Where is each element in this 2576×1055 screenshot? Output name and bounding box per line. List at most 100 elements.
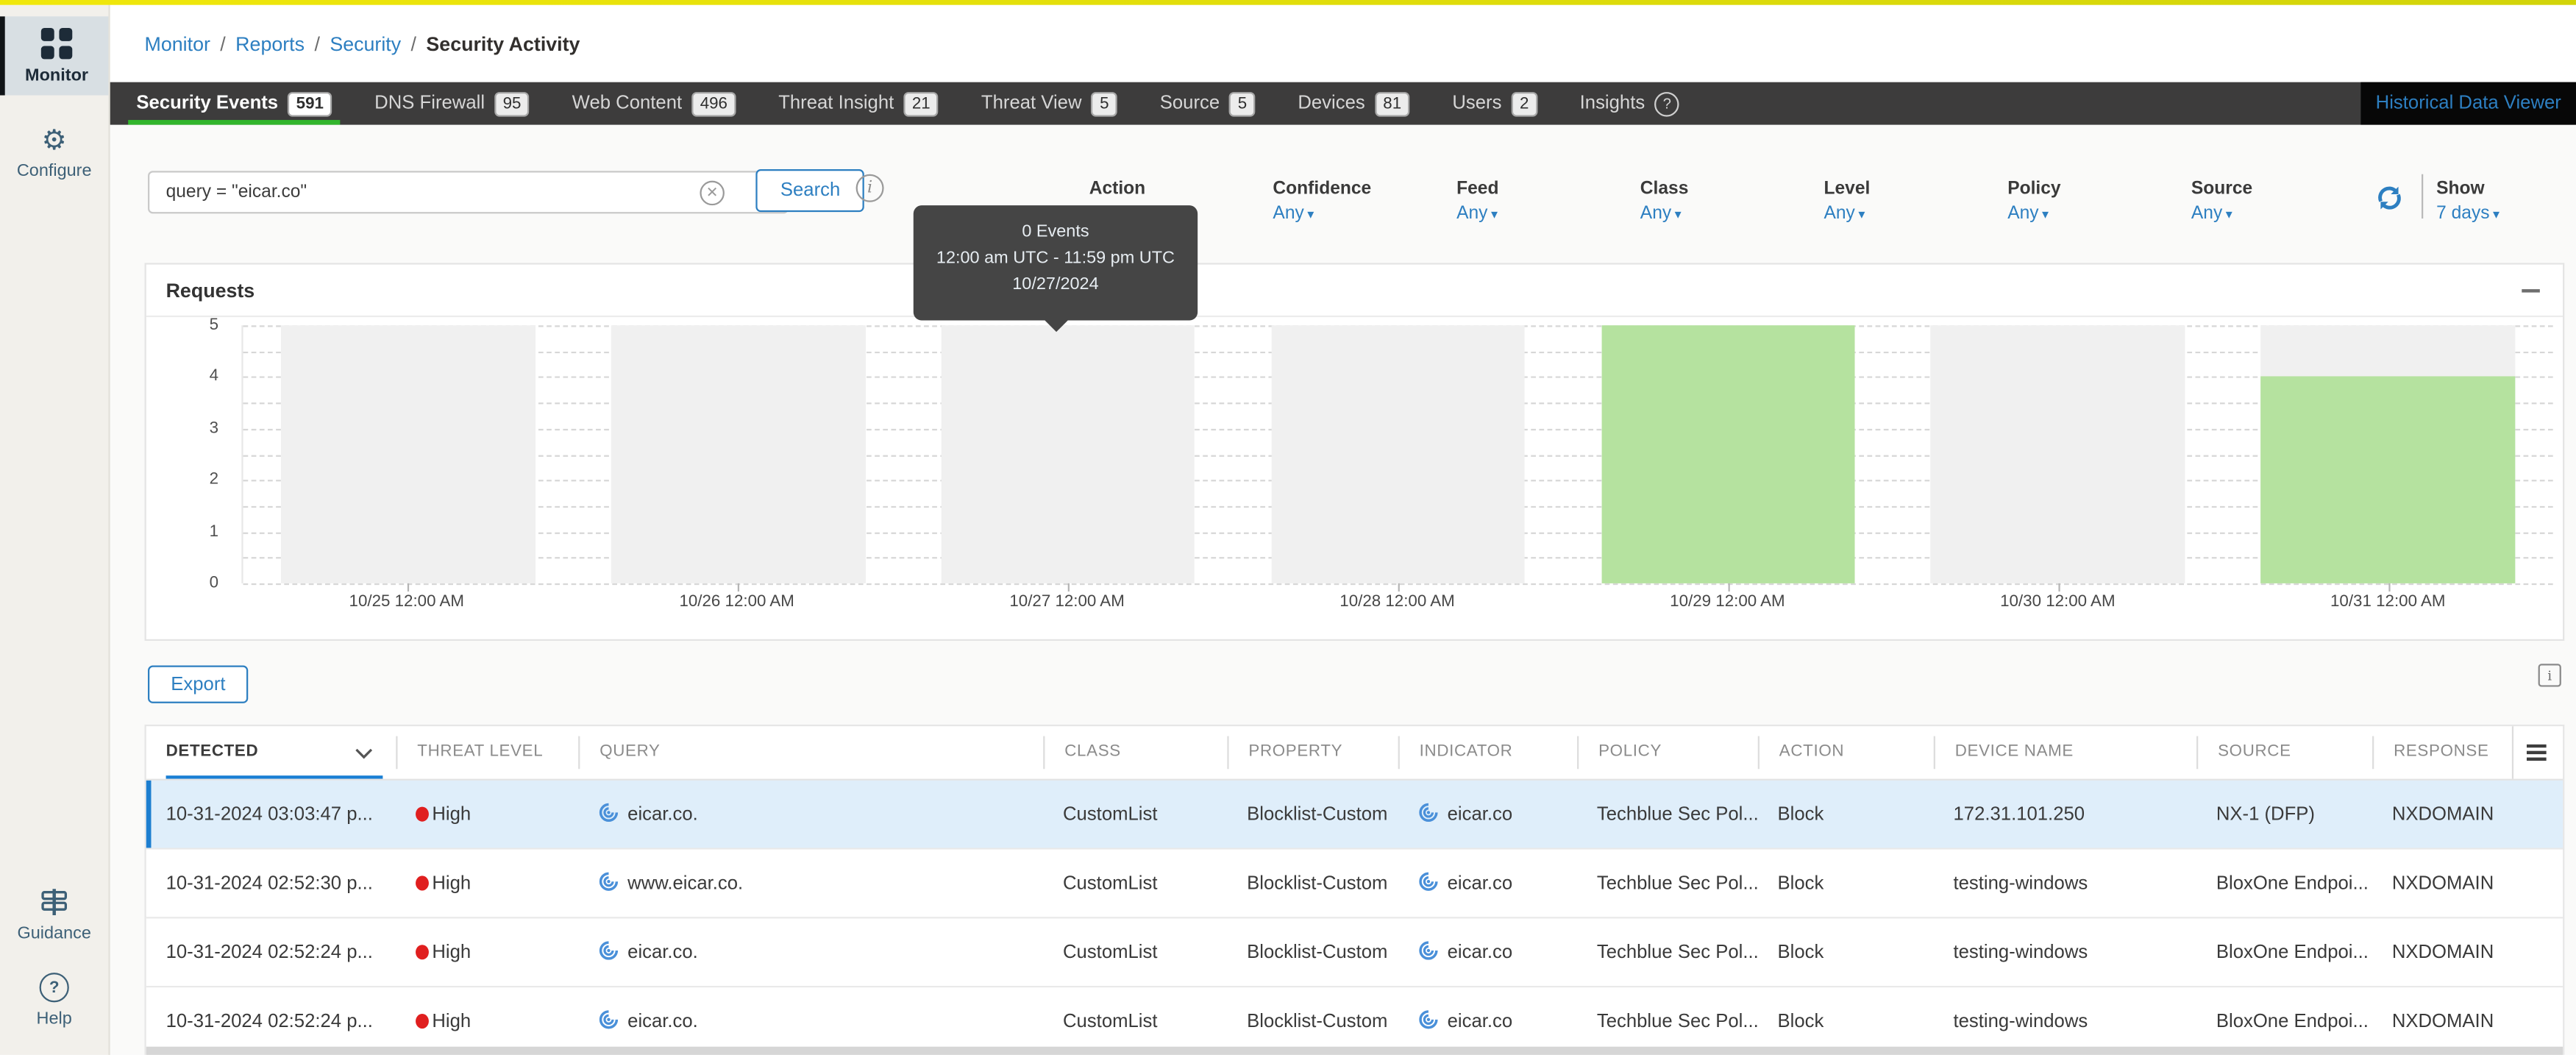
x-tick-label: 10/28 12:00 AM [1232, 593, 1562, 611]
content-area: ✕ Search i ActionAny▾ConfidenceAny▾FeedA… [108, 125, 2576, 1055]
x-tick-mark [408, 583, 410, 592]
column-header-threat-level[interactable]: THREAT LEVEL [396, 736, 578, 770]
tab-count-badge: 2 [1512, 91, 1537, 116]
column-header-detected[interactable]: DETECTED [146, 726, 396, 778]
cell-response: NXDOMAIN [2372, 1012, 2512, 1031]
tab-web-content[interactable]: Web Content496 [551, 82, 758, 125]
threat-level-text: High [432, 1012, 471, 1031]
filter-label: Show [2436, 179, 2499, 199]
search-input[interactable] [148, 171, 789, 213]
column-header-response[interactable]: RESPONSE [2372, 736, 2512, 770]
tab-users[interactable]: Users2 [1431, 82, 1558, 125]
y-tick-label: 0 [146, 575, 218, 593]
show-filter: Show 7 days▾ [2436, 179, 2499, 223]
tab-threat-insight[interactable]: Threat Insight21 [757, 82, 960, 125]
historical-data-viewer-button[interactable]: Historical Data Viewer [2361, 82, 2576, 125]
filter-label: Class [1640, 179, 1689, 199]
tab-devices[interactable]: Devices81 [1276, 82, 1431, 125]
table-row[interactable]: 10-31-2024 02:52:24 p...Higheicar.co.Cus… [146, 987, 2563, 1055]
export-button[interactable]: Export [148, 666, 249, 703]
sidebar-item-monitor[interactable]: Monitor [0, 16, 108, 95]
tab-threat-view[interactable]: Threat View5 [960, 82, 1139, 125]
query-text[interactable]: eicar.co. [627, 1012, 698, 1031]
threat-level-high-dot [416, 807, 429, 822]
indicator-text[interactable]: eicar.co [1448, 804, 1513, 824]
threat-level-high-dot [416, 1014, 429, 1029]
question-circle-icon: ? [40, 973, 69, 1002]
column-header-source[interactable]: SOURCE [2196, 736, 2372, 770]
background-bar [1271, 325, 1525, 583]
clear-search-icon[interactable]: ✕ [700, 181, 725, 206]
events-table: DETECTED THREAT LEVELQUERYCLASSPROPERTYIN… [145, 725, 2565, 1055]
cell-threat-level: High [396, 1012, 578, 1031]
indicator-text[interactable]: eicar.co [1448, 1012, 1513, 1031]
cell-action: Block [1758, 942, 1934, 962]
event-bar[interactable] [2261, 377, 2515, 583]
column-header-indicator[interactable]: INDICATOR [1398, 736, 1577, 770]
x-tick-mark [1728, 583, 1729, 592]
cell-response: NXDOMAIN [2372, 942, 2512, 962]
background-bar [941, 325, 1195, 583]
table-row[interactable]: 10-31-2024 02:52:30 p...Highwww.eicar.co… [146, 850, 2563, 919]
indicator-text[interactable]: eicar.co [1448, 942, 1513, 962]
cell-action: Block [1758, 804, 1934, 824]
filter-dropdown[interactable]: Any▾ [1824, 204, 1870, 224]
breadcrumb-link-reports[interactable]: Reports [235, 32, 305, 55]
show-dropdown[interactable]: 7 days▾ [2436, 204, 2499, 224]
column-menu-button[interactable] [2512, 726, 2560, 778]
column-header-policy[interactable]: POLICY [1577, 736, 1758, 770]
cell-source: BloxOne Endpoi... [2196, 942, 2372, 962]
tab-dns-firewall[interactable]: DNS Firewall95 [353, 82, 550, 125]
filter-dropdown[interactable]: Any▾ [1456, 204, 1498, 224]
filter-dropdown[interactable]: Any▾ [2007, 204, 2060, 224]
info-icon[interactable]: i [856, 174, 884, 202]
query-text[interactable]: eicar.co. [627, 942, 698, 962]
table-row[interactable]: 10-31-2024 03:03:47 p...Higheicar.co.Cus… [146, 781, 2563, 850]
cell-device-name: testing-windows [1934, 1012, 2196, 1031]
query-text[interactable]: eicar.co. [627, 804, 698, 824]
chevron-down-icon: ▾ [1675, 207, 1682, 221]
search-button[interactable]: Search [755, 169, 864, 212]
column-header-action[interactable]: ACTION [1758, 736, 1934, 770]
tab-source[interactable]: Source5 [1139, 82, 1277, 125]
tab-label: Security Events [136, 93, 278, 113]
y-tick-label: 5 [146, 316, 218, 335]
threat-indicator-icon [598, 939, 619, 965]
breadcrumb-link-monitor[interactable]: Monitor [145, 32, 210, 55]
x-tick-mark [1068, 583, 1070, 592]
filter-dropdown[interactable]: Any▾ [1273, 204, 1371, 224]
cell-class: CustomList [1043, 1012, 1227, 1031]
cell-response: NXDOMAIN [2372, 873, 2512, 893]
gear-icon: ⚙ [42, 127, 67, 154]
column-header-class[interactable]: CLASS [1043, 736, 1227, 770]
filter-dropdown[interactable]: Any▾ [1640, 204, 1689, 224]
table-row[interactable]: 10-31-2024 02:52:24 p...Higheicar.co.Cus… [146, 918, 2563, 987]
table-info-icon[interactable]: i [2538, 664, 2561, 686]
query-text[interactable]: www.eicar.co. [627, 873, 743, 893]
cell-policy: Techblue Sec Pol... [1577, 873, 1758, 893]
breadcrumb-link-security[interactable]: Security [330, 32, 401, 55]
sidebar-item-guidance[interactable]: Guidance [0, 878, 108, 953]
filter-feed: FeedAny▾ [1456, 179, 1498, 223]
sidebar-item-help[interactable]: ? Help [0, 963, 108, 1039]
column-header-label: DEVICE NAME [1955, 742, 2074, 761]
tab-security-events[interactable]: Security Events591 [115, 82, 353, 125]
sidebar-item-configure[interactable]: ⚙ Configure [0, 117, 108, 191]
refresh-icon[interactable] [2375, 184, 2403, 212]
column-header-label: DETECTED [166, 736, 259, 770]
breadcrumb-current: Security Activity [426, 32, 580, 55]
indicator-text[interactable]: eicar.co [1448, 873, 1513, 893]
help-circle-icon[interactable]: ? [1655, 91, 1680, 116]
sidebar-spacer [0, 191, 108, 878]
column-header-query[interactable]: QUERY [578, 736, 1043, 770]
event-bar[interactable] [1601, 325, 1855, 583]
filter-dropdown[interactable]: Any▾ [2191, 204, 2252, 224]
bar-column [573, 325, 903, 583]
tab-insights[interactable]: Insights? [1559, 82, 1701, 125]
grid-icon [41, 27, 72, 58]
column-header-device-name[interactable]: DEVICE NAME [1934, 736, 2196, 770]
cell-source: BloxOne Endpoi... [2196, 873, 2372, 893]
tab-count-badge: 5 [1092, 91, 1117, 116]
collapse-icon[interactable] [2522, 288, 2540, 291]
column-header-property[interactable]: PROPERTY [1227, 736, 1398, 770]
